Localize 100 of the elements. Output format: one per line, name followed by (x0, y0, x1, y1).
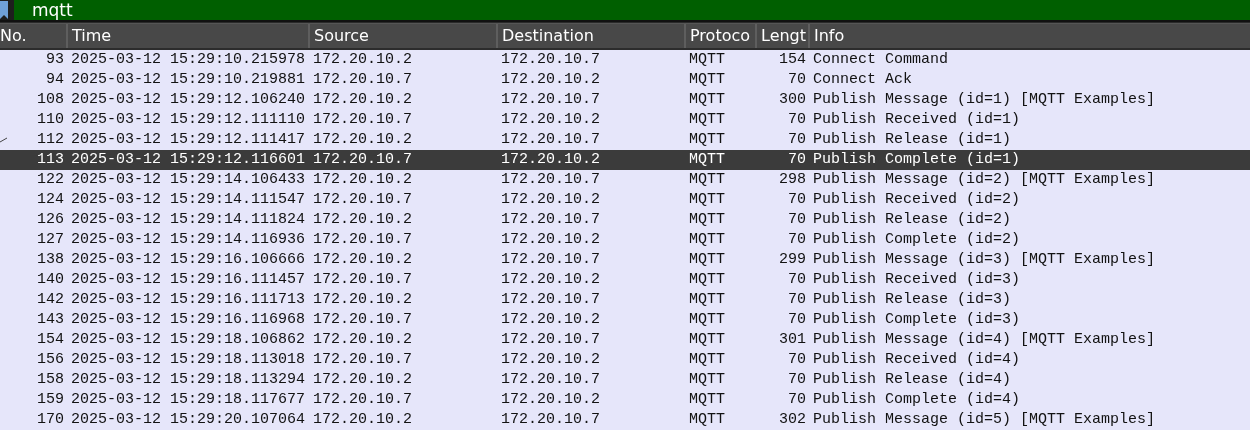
table-cell: 2025-03-12 15:29:18.113294 (71, 371, 306, 388)
table-cell: Connect Ack (813, 71, 913, 88)
table-cell: 172.20.10.2 (501, 351, 601, 368)
table-cell: 172.20.10.7 (501, 251, 601, 268)
table-cell: MQTT (689, 71, 725, 88)
table-cell: MQTT (689, 351, 725, 368)
table-cell: 2025-03-12 15:29:12.116601 (71, 151, 306, 168)
table-cell: MQTT (689, 271, 725, 288)
table-cell: 302 (779, 411, 806, 428)
table-cell: Publish Received (id=2) (813, 191, 1021, 208)
table-cell: 2025-03-12 15:29:14.116936 (71, 231, 306, 248)
table-cell: 172.20.10.7 (313, 351, 413, 368)
table-cell: 126 (37, 211, 64, 228)
table-cell: 172.20.10.7 (313, 271, 413, 288)
table-cell: 172.20.10.2 (501, 111, 601, 128)
table-cell: Publish Message (id=5) [MQTT Examples] (813, 411, 1156, 428)
column-header[interactable]: Info (808, 24, 1250, 48)
table-cell: 2025-03-12 15:29:14.111824 (71, 211, 306, 228)
table-cell: 172.20.10.7 (313, 71, 413, 88)
table-cell: 172.20.10.2 (501, 191, 601, 208)
table-cell: Publish Complete (id=2) (813, 231, 1021, 248)
table-cell: 172.20.10.7 (313, 311, 413, 328)
table-cell: Publish Release (id=1) (813, 131, 1012, 148)
table-cell: 2025-03-12 15:29:16.116968 (71, 311, 306, 328)
table-cell: 94 (46, 71, 64, 88)
table-cell: 154 (779, 51, 806, 68)
table-cell: MQTT (689, 391, 725, 408)
table-cell: Publish Complete (id=4) (813, 391, 1021, 408)
table-cell: 2025-03-12 15:29:14.111547 (71, 191, 306, 208)
table-cell: 127 (37, 231, 64, 248)
table-cell: 143 (37, 311, 64, 328)
column-header[interactable]: Lengt (755, 24, 808, 48)
table-cell: 138 (37, 251, 64, 268)
table-cell: 70 (788, 291, 806, 308)
table-cell: 2025-03-12 15:29:18.117677 (71, 391, 306, 408)
table-cell: MQTT (689, 331, 725, 348)
table-cell: Publish Received (id=1) (813, 111, 1021, 128)
display-filter-field[interactable]: mqtt (14, 0, 1250, 20)
table-cell: 172.20.10.2 (313, 131, 413, 148)
table-cell: 301 (779, 331, 806, 348)
table-cell: MQTT (689, 171, 725, 188)
table-cell: 159 (37, 391, 64, 408)
table-cell: 172.20.10.2 (313, 411, 413, 428)
table-cell: 172.20.10.7 (501, 131, 601, 148)
table-cell: Publish Release (id=2) (813, 211, 1012, 228)
table-cell: MQTT (689, 151, 725, 168)
table-cell: Publish Release (id=3) (813, 291, 1012, 308)
table-cell: 2025-03-12 15:29:14.106433 (71, 171, 306, 188)
table-cell: 142 (37, 291, 64, 308)
table-cell: 172.20.10.2 (501, 391, 601, 408)
column-header[interactable]: Source (308, 24, 496, 48)
table-cell: 2025-03-12 15:29:10.219881 (71, 71, 306, 88)
table-cell: MQTT (689, 191, 725, 208)
column-header[interactable]: Destination (496, 24, 684, 48)
table-cell: 170 (37, 411, 64, 428)
table-cell: MQTT (689, 51, 725, 68)
table-cell: 172.20.10.2 (501, 311, 601, 328)
table-cell: 172.20.10.2 (313, 291, 413, 308)
table-cell: 172.20.10.2 (313, 331, 413, 348)
table-cell: 70 (788, 151, 806, 168)
table-cell: Connect Command (813, 51, 949, 68)
table-cell: 2025-03-12 15:29:16.111457 (71, 271, 306, 288)
table-cell: Publish Release (id=4) (813, 371, 1012, 388)
table-cell: 70 (788, 191, 806, 208)
table-cell: 172.20.10.2 (313, 91, 413, 108)
table-cell: MQTT (689, 371, 725, 388)
table-cell: 172.20.10.7 (501, 211, 601, 228)
table-cell: MQTT (689, 91, 725, 108)
table-cell: 172.20.10.7 (313, 191, 413, 208)
table-cell: 300 (779, 91, 806, 108)
table-cell: MQTT (689, 411, 725, 428)
table-cell: 108 (37, 91, 64, 108)
table-cell: Publish Received (id=4) (813, 351, 1021, 368)
table-cell: 172.20.10.7 (501, 411, 601, 428)
column-header[interactable]: Protoco (684, 24, 755, 48)
table-cell: 172.20.10.7 (501, 331, 601, 348)
table-cell: 172.20.10.2 (501, 151, 601, 168)
table-cell: MQTT (689, 111, 725, 128)
table-cell: 172.20.10.2 (501, 71, 601, 88)
table-cell: Publish Message (id=2) [MQTT Examples] (813, 171, 1156, 188)
table-cell: 172.20.10.2 (501, 271, 601, 288)
table-cell: 70 (788, 111, 806, 128)
column-header[interactable]: Time (66, 24, 308, 48)
table-cell: MQTT (689, 311, 725, 328)
table-cell: 70 (788, 211, 806, 228)
table-cell: 70 (788, 391, 806, 408)
table-cell: Publish Message (id=3) [MQTT Examples] (813, 251, 1156, 268)
table-cell: Publish Complete (id=3) (813, 311, 1021, 328)
table-cell: 172.20.10.7 (501, 51, 601, 68)
bookmark-icon[interactable] (0, 1, 8, 19)
column-header[interactable]: No. (0, 24, 66, 48)
table-cell: 172.20.10.2 (501, 231, 601, 248)
table-cell: 172.20.10.7 (501, 371, 601, 388)
packet-row[interactable]: 113 2025-03-12 15:29:12.116601 172.20.10.7 172.20.10.2 MQTT 70 Publish Complete (id=1) (0, 150, 1250, 170)
table-cell: 158 (37, 371, 64, 388)
table-cell: Publish Received (id=3) (813, 271, 1021, 288)
table-cell: MQTT (689, 251, 725, 268)
table-cell: 2025-03-12 15:29:12.111110 (71, 111, 306, 128)
table-cell: MQTT (689, 131, 725, 148)
table-cell: 172.20.10.2 (313, 251, 413, 268)
